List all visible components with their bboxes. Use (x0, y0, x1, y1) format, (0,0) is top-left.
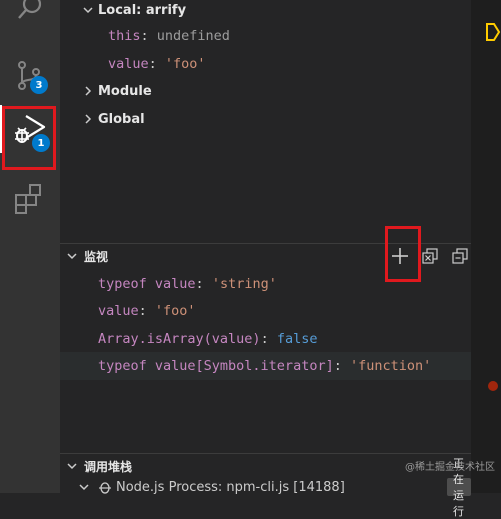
watch-value: 'string' (211, 276, 277, 292)
highlight-box-run-debug (2, 106, 56, 170)
scope-local-label: Local: arrify (98, 2, 187, 18)
activity-bar: 3 1 (0, 0, 60, 493)
chevron-right-icon (80, 83, 96, 99)
watch-value: 'function' (349, 358, 432, 374)
watch-expression: value (98, 303, 139, 319)
collapse-all-icon (422, 248, 438, 264)
editor-edge (471, 0, 501, 493)
activity-extensions[interactable] (0, 175, 60, 223)
variable-name: this (108, 28, 141, 44)
scope-global-label: Global (98, 111, 145, 127)
debug-pointer-icon (486, 23, 501, 41)
variable-row[interactable]: value : 'foo' (60, 53, 501, 75)
breakpoint-icon (488, 381, 498, 391)
process-name: Node.js Process: npm-cli.js [14188] (116, 479, 345, 495)
watch-expression: Array.isArray(value) (98, 331, 261, 347)
remove-all-icon (452, 248, 468, 264)
variable-value: undefined (156, 28, 230, 44)
watch-sep: : (195, 276, 212, 292)
watch-expression-row[interactable]: typeof value : 'string' (60, 273, 501, 295)
variable-sep: : (148, 56, 165, 72)
chevron-down-icon (80, 2, 96, 18)
watch-sep: : (260, 331, 277, 347)
debug-sidebar: Local: arrify this : undefined value : '… (60, 0, 501, 518)
variable-name: value (108, 56, 149, 72)
watch-title: 监视 (84, 249, 109, 264)
process-status: 正在运行 (447, 457, 471, 518)
watermark: @稀土掘金技术社区 (405, 462, 495, 473)
watch-value: false (276, 331, 318, 347)
watch-expression-row[interactable]: Array.isArray(value) : false (60, 328, 501, 350)
chevron-down-icon (64, 248, 80, 264)
search-icon (18, 0, 42, 19)
watch-value: 'foo' (154, 303, 196, 319)
variable-sep: : (140, 28, 157, 44)
activity-search[interactable] (0, 0, 60, 48)
bug-icon (98, 480, 112, 494)
scm-badge: 3 (30, 76, 48, 94)
call-stack-title: 调用堆栈 (84, 459, 133, 474)
activity-source-control[interactable]: 3 (0, 52, 60, 100)
scope-module[interactable]: Module (60, 80, 491, 102)
scope-global[interactable]: Global (60, 108, 491, 130)
scope-module-label: Module (98, 83, 152, 99)
chevron-right-icon (80, 111, 96, 127)
scope-local[interactable]: Local: arrify (60, 0, 491, 21)
variable-row[interactable]: this : undefined (60, 25, 501, 47)
watch-sep: : (333, 358, 350, 374)
call-stack-process[interactable]: Node.js Process: npm-cli.js [14188] (60, 478, 487, 496)
watch-sep: : (138, 303, 155, 319)
chevron-down-icon (64, 458, 80, 474)
extensions-icon (15, 184, 41, 214)
watch-expression: typeof value (98, 276, 196, 292)
watch-expression: typeof value[Symbol.iterator] (98, 358, 334, 374)
watch-expression-row[interactable]: value : 'foo' (60, 300, 501, 322)
variable-value: 'foo' (164, 56, 206, 72)
watch-expression-row[interactable]: typeof value[Symbol.iterator] : 'functio… (60, 352, 501, 380)
